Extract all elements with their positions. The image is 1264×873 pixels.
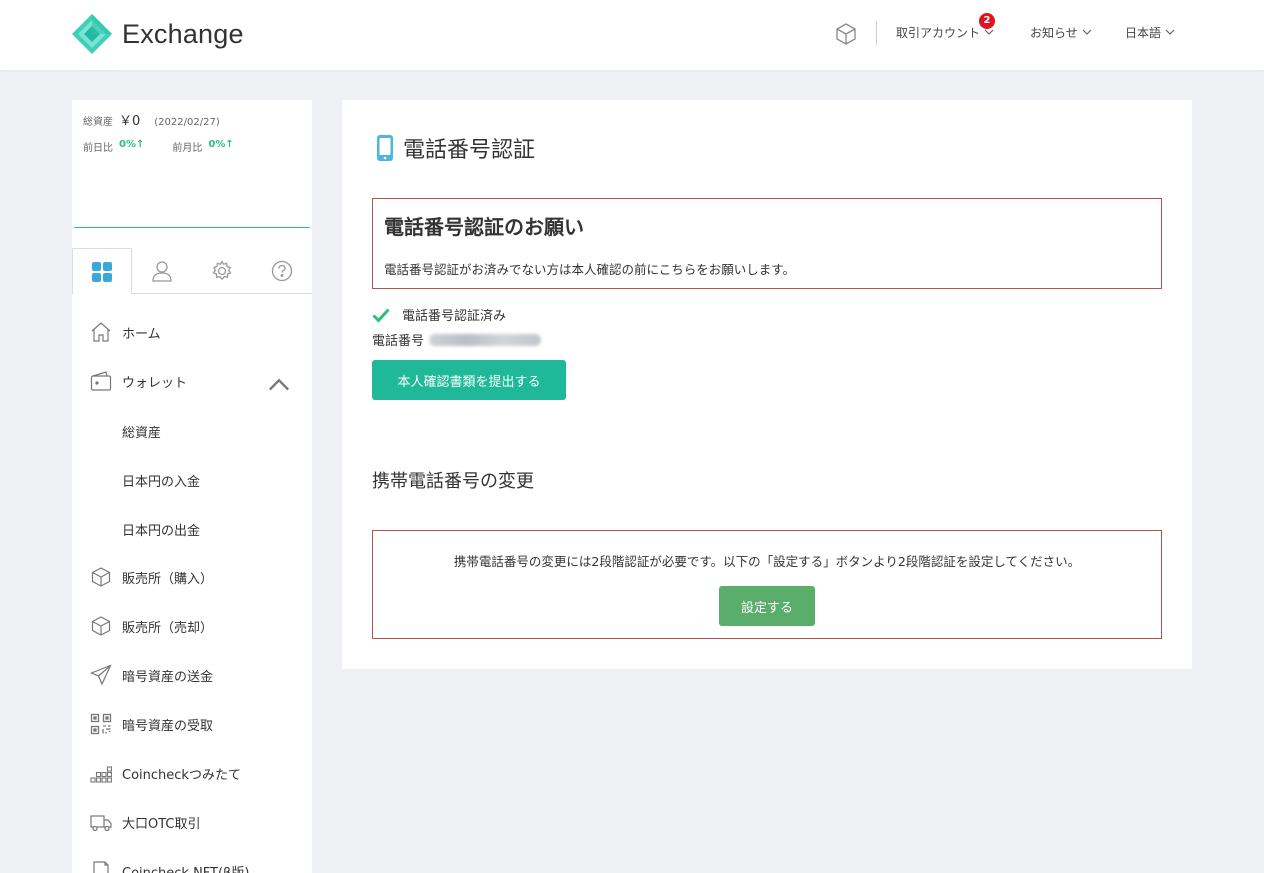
main-panel: 電話番号認証 電話番号認証のお願い 電話番号認証がお済みでない方は本人確認の前に… bbox=[342, 100, 1192, 669]
phone-label: 電話番号 bbox=[372, 334, 425, 349]
month-change-label: 前月比 bbox=[172, 143, 203, 154]
chevron-down-icon bbox=[1165, 29, 1175, 35]
sidebar-tabs bbox=[72, 248, 312, 295]
header-separator bbox=[876, 21, 877, 45]
cube-icon bbox=[91, 567, 111, 587]
nav-nft[interactable]: Coincheck NFT(β版) bbox=[90, 860, 300, 873]
setup-2fa-button[interactable]: 設定する bbox=[719, 586, 815, 626]
nav-buy-label: 販売所（購入） bbox=[122, 571, 214, 587]
send-icon bbox=[90, 664, 112, 686]
nav-sell[interactable]: 販売所（売却） bbox=[90, 615, 300, 637]
tab-settings[interactable] bbox=[192, 248, 252, 294]
checkmark-icon bbox=[372, 307, 390, 323]
nav-receive-label: 暗号資産の受取 bbox=[122, 718, 214, 734]
chevron-down-icon bbox=[984, 29, 994, 35]
submit-id-documents-button[interactable]: 本人確認書類を提出する bbox=[372, 360, 566, 400]
menu-language[interactable]: 日本語 bbox=[1125, 24, 1175, 41]
nav-send-label: 暗号資産の送金 bbox=[122, 669, 214, 685]
phone-number-row: 電話番号 bbox=[372, 330, 542, 349]
month-change-value: 0%↑ bbox=[208, 139, 234, 150]
nav-sell-label: 販売所（売却） bbox=[122, 620, 214, 636]
day-change-value: 0%↑ bbox=[119, 139, 145, 150]
page-title-text: 電話番号認証 bbox=[403, 138, 536, 163]
top-header: Exchange 取引アカウント 2 お知らせ 日本語 bbox=[0, 0, 1264, 70]
nav-home-label: ホーム bbox=[122, 326, 161, 342]
verified-text: 電話番号認証済み bbox=[402, 309, 507, 324]
nav-tsumitate[interactable]: Coincheckつみたて bbox=[90, 762, 300, 784]
stack-icon bbox=[90, 766, 112, 783]
section-change-phone-title: 携帯電話番号の変更 bbox=[372, 471, 534, 492]
nav-nft-label: Coincheck NFT(β版) bbox=[122, 865, 250, 873]
day-change-label: 前日比 bbox=[83, 143, 113, 154]
tab-account[interactable] bbox=[132, 248, 192, 294]
alert-text: 電話番号認証がお済みでない方は本人確認の前にこちらをお願いします。 bbox=[384, 262, 796, 277]
tab-dashboard[interactable] bbox=[72, 248, 132, 295]
nav-otc-label: 大口OTC取引 bbox=[122, 816, 201, 832]
nav-buy[interactable]: 販売所（購入） bbox=[90, 566, 300, 588]
total-assets-label: 総資産 bbox=[83, 117, 113, 128]
tab-help[interactable] bbox=[252, 248, 312, 294]
cube-icon bbox=[91, 616, 111, 636]
logo-mark-icon bbox=[72, 14, 112, 54]
chevron-down-icon bbox=[1082, 29, 1092, 35]
phone-verification-alert: 電話番号認証のお願い 電話番号認証がお済みでない方は本人確認の前にこちらをお願い… bbox=[372, 198, 1162, 289]
nav-jpy-withdraw[interactable]: 日本円の出金 bbox=[122, 520, 200, 539]
nft-icon bbox=[93, 861, 109, 873]
total-assets-value: ￥0 bbox=[119, 114, 141, 129]
nav-total-assets[interactable]: 総資産 bbox=[122, 422, 161, 441]
user-icon bbox=[152, 261, 172, 282]
phone-number-redacted bbox=[429, 333, 542, 346]
nav-wallet-label: ウォレット bbox=[122, 375, 188, 391]
wallet-icon bbox=[90, 371, 112, 391]
sidebar: 総資産 ￥0 (2022/02/27) 前日比 0%↑ 前月比 0%↑ ホーム … bbox=[72, 100, 312, 873]
notification-badge: 2 bbox=[979, 13, 995, 29]
logo-text: Exchange bbox=[122, 18, 244, 49]
asset-summary: 総資産 ￥0 (2022/02/27) 前日比 0%↑ 前月比 0%↑ bbox=[83, 110, 308, 154]
chevron-up-icon[interactable] bbox=[268, 373, 290, 395]
asset-chart-baseline bbox=[74, 227, 310, 228]
phone-icon bbox=[377, 135, 393, 161]
change-phone-alert: 携帯電話番号の変更には2段階認証が必要です。以下の「設定する」ボタンより2段階認… bbox=[372, 530, 1162, 639]
logo[interactable]: Exchange bbox=[72, 14, 244, 54]
nav-receive[interactable]: 暗号資産の受取 bbox=[90, 713, 300, 735]
alert-heading: 電話番号認証のお願い bbox=[384, 215, 584, 239]
change-phone-text: 携帯電話番号の変更には2段階認証が必要です。以下の「設定する」ボタンより2段階認… bbox=[453, 554, 1081, 569]
nav-wallet[interactable]: ウォレット bbox=[90, 370, 300, 392]
menu-news[interactable]: お知らせ bbox=[1030, 24, 1092, 41]
dashboard-icon bbox=[92, 261, 112, 282]
nav-otc[interactable]: 大口OTC取引 bbox=[90, 811, 300, 833]
asset-date: (2022/02/27) bbox=[154, 117, 220, 128]
nav-send[interactable]: 暗号資産の送金 bbox=[90, 664, 300, 686]
cube-icon[interactable] bbox=[834, 22, 858, 46]
menu-news-label: お知らせ bbox=[1030, 26, 1078, 40]
nav-jpy-deposit[interactable]: 日本円の入金 bbox=[122, 471, 200, 490]
gear-icon bbox=[212, 260, 232, 280]
menu-language-label: 日本語 bbox=[1125, 26, 1162, 40]
menu-trading-account[interactable]: 取引アカウント bbox=[896, 24, 994, 41]
help-icon bbox=[271, 260, 293, 282]
verified-status: 電話番号認証済み bbox=[372, 305, 506, 324]
page-title: 電話番号認証 bbox=[376, 132, 535, 164]
nav-tsumitate-label: Coincheckつみたて bbox=[122, 767, 241, 783]
nav-home[interactable]: ホーム bbox=[90, 321, 300, 343]
home-icon bbox=[91, 322, 111, 342]
truck-icon bbox=[90, 815, 112, 832]
menu-trading-account-label: 取引アカウント bbox=[896, 26, 981, 40]
qr-icon bbox=[90, 713, 112, 735]
